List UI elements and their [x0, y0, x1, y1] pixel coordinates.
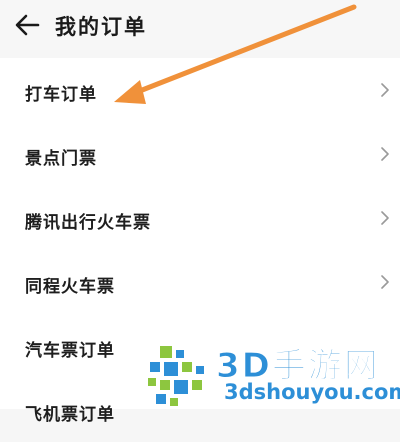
chevron-right-icon — [381, 147, 389, 161]
order-item-label: 打车订单 — [25, 85, 97, 105]
chevron-right-icon — [381, 83, 389, 97]
watermark-logo-icon — [148, 346, 204, 406]
back-button[interactable] — [10, 10, 44, 40]
order-item-label: 飞机票订单 — [25, 405, 115, 425]
top-bar: 我的订单 — [0, 0, 400, 50]
order-item-tongcheng-train-tickets[interactable]: 同程火车票 — [0, 250, 400, 314]
order-item-attraction-tickets[interactable]: 景点门票 — [0, 122, 400, 186]
order-item-label: 景点门票 — [25, 149, 97, 169]
order-item-label: 汽车票订单 — [25, 341, 115, 361]
order-item-taxi[interactable]: 打车订单 — [0, 58, 400, 122]
order-item-tencent-train-tickets[interactable]: 腾讯出行火车票 — [0, 186, 400, 250]
chevron-right-icon — [381, 275, 389, 289]
order-item-label: 同程火车票 — [25, 277, 115, 297]
site-watermark: 3D手游网 3dshouyou.com — [146, 338, 400, 409]
page-title: 我的订单 — [55, 15, 147, 39]
chevron-right-icon — [381, 211, 389, 225]
watermark-domain: 3dshouyou.com — [224, 380, 400, 404]
order-item-label: 腾讯出行火车票 — [25, 213, 151, 233]
arrow-left-icon — [15, 14, 40, 36]
